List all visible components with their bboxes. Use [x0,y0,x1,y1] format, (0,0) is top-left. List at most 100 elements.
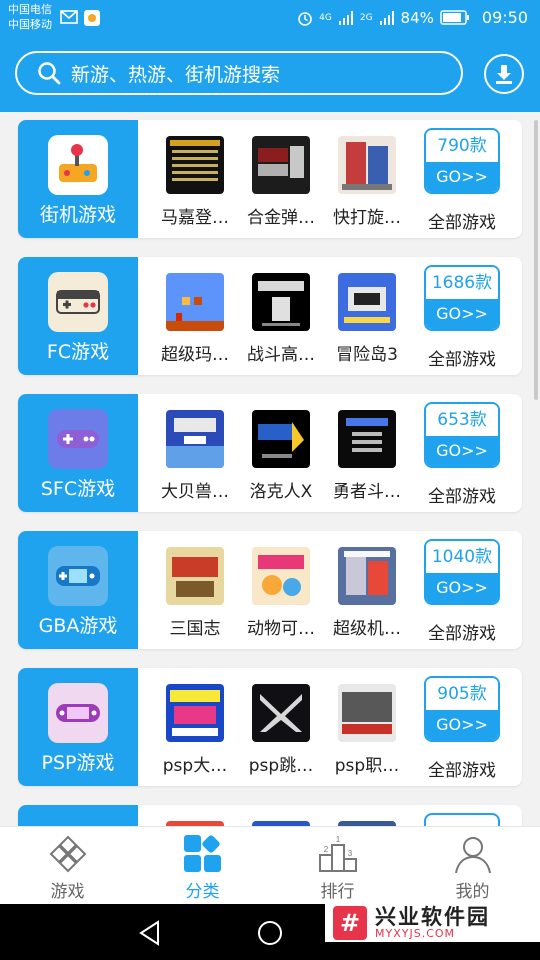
game-name: 大贝兽… [161,482,229,502]
user-icon [455,837,491,874]
signal-icon-1 [338,10,353,25]
game-item[interactable]: 合金弹… [246,136,316,228]
game-item[interactable]: psp大… [160,684,230,776]
game-item[interactable]: 超级玛… [160,273,230,365]
game-name: 快打旋… [333,208,401,228]
game-thumbnail [166,410,224,468]
go-label: GO>> [426,299,498,329]
game-item[interactable]: 战斗高… [246,273,316,365]
game-name: 超级机… [333,619,401,639]
game-item[interactable]: 三国志 [160,547,230,639]
game-thumbnail [252,684,310,742]
tab-ranking[interactable]: 12 3 排行 [270,827,405,905]
go-label: GO>> [426,573,498,603]
game-thumbnail [338,410,396,468]
arcade-joystick-icon [48,135,108,195]
home-icon[interactable] [257,920,283,946]
game-count-button[interactable]: 790款 GO>> [424,128,500,194]
game-count: 790款 [426,130,498,162]
category-fc-button[interactable]: FC游戏 [18,257,138,375]
header: 新游、热游、街机游搜索 [0,36,540,112]
game-name: psp大… [162,756,228,776]
game-count-button[interactable]: 1686款 GO>> [424,265,500,331]
psp-handheld-icon [48,683,108,743]
carrier-1: 中国电信 [8,3,52,16]
game-item[interactable]: 动物可… [246,547,316,639]
svg-text:1: 1 [336,835,341,844]
tab-label: 游戏 [50,882,85,902]
battery-icon [440,10,469,25]
game-count-button[interactable] [424,813,500,826]
tab-mine[interactable]: 我的 [405,827,540,905]
game-item[interactable]: 马嘉登… [160,136,230,228]
game-count-button[interactable]: 1040款 GO>> [424,539,500,605]
category-psp-button[interactable]: PSP游戏 [18,668,138,786]
tab-category[interactable]: 分类 [135,827,270,905]
game-count-button[interactable]: 905款 GO>> [424,676,500,742]
go-label: GO>> [426,162,498,192]
game-item[interactable]: psp职… [332,684,402,776]
svg-text:2: 2 [324,845,329,854]
category-label: FC游戏 [46,341,110,363]
go-label: GO>> [426,436,498,466]
game-thumbnail [252,136,310,194]
back-icon[interactable] [138,920,162,946]
search-placeholder: 新游、热游、街机游搜索 [71,63,281,86]
game-count-button[interactable]: 653款 GO>> [424,402,500,468]
category-label: SFC游戏 [40,478,116,500]
category-sfc-button[interactable]: SFC游戏 [18,394,138,512]
download-button[interactable] [484,54,524,94]
app-notification-icon [84,10,100,26]
all-games-link[interactable]: 全部游戏 [416,345,508,370]
game-item[interactable]: 大贝兽… [160,410,230,502]
game-count: 905款 [426,678,498,710]
game-thumbnail [338,684,396,742]
category-list[interactable]: 街机游戏 马嘉登… 合金弹… 快打旋… 790款 GO>> 全部游戏 FC游戏 [0,112,540,826]
game-item[interactable]: 洛克人X [246,410,316,502]
watermark: # 兴业软件园 MYXYJS.COM [325,904,540,942]
watermark-logo-icon: # [333,906,367,940]
game-name: 动物可… [247,619,315,639]
svg-text:3: 3 [348,849,353,858]
category-card-fc: FC游戏 超级玛… 战斗高… 冒险岛3 1686款 GO>> 全部游戏 [18,257,522,375]
category-grid-icon [184,835,221,872]
all-games-link[interactable]: 全部游戏 [416,208,508,233]
category-arcade-button[interactable]: 街机游戏 [18,120,138,238]
status-bar: 中国电信 中国移动 4G 2G 84% 09:50 [0,0,540,36]
category-gba-button[interactable]: GBA游戏 [18,531,138,649]
game-thumbnail [166,684,224,742]
game-name: 马嘉登… [161,208,229,228]
game-thumbnail [166,273,224,331]
game-thumbnail [252,273,310,331]
all-games-link[interactable]: 全部游戏 [416,619,508,644]
sfc-controller-icon [48,409,108,469]
all-games-link[interactable]: 全部游戏 [416,482,508,507]
game-thumbnail [252,410,310,468]
search-icon [37,61,61,85]
game-name: 战斗高… [247,345,315,365]
game-item[interactable]: 勇者斗… [332,410,402,502]
category-label: 街机游戏 [39,204,116,226]
game-thumbnail [338,547,396,605]
gba-handheld-icon [48,546,108,606]
game-item[interactable]: 快打旋… [332,136,402,228]
game-name: psp职… [334,756,400,776]
game-thumbnail [252,547,310,605]
scrollbar[interactable] [534,120,538,400]
game-count: 1686款 [426,267,498,299]
game-thumbnail [166,547,224,605]
game-item[interactable]: 超级机… [332,547,402,639]
game-item[interactable]: psp跳… [246,684,316,776]
battery-percent: 84% [400,8,434,27]
watermark-url: MYXYJS.COM [375,927,456,940]
game-item[interactable]: 冒险岛3 [332,273,402,365]
category-partial-button[interactable] [18,805,138,826]
podium-icon: 12 3 [319,835,357,872]
status-right: 4G 2G 84% 09:50 [297,8,528,27]
game-thumbnail [338,136,396,194]
search-input[interactable]: 新游、热游、街机游搜索 [15,51,463,95]
all-games-link[interactable]: 全部游戏 [416,756,508,781]
category-card-partial [18,805,522,826]
tab-games[interactable]: 游戏 [0,827,135,905]
clock: 09:50 [481,8,528,27]
